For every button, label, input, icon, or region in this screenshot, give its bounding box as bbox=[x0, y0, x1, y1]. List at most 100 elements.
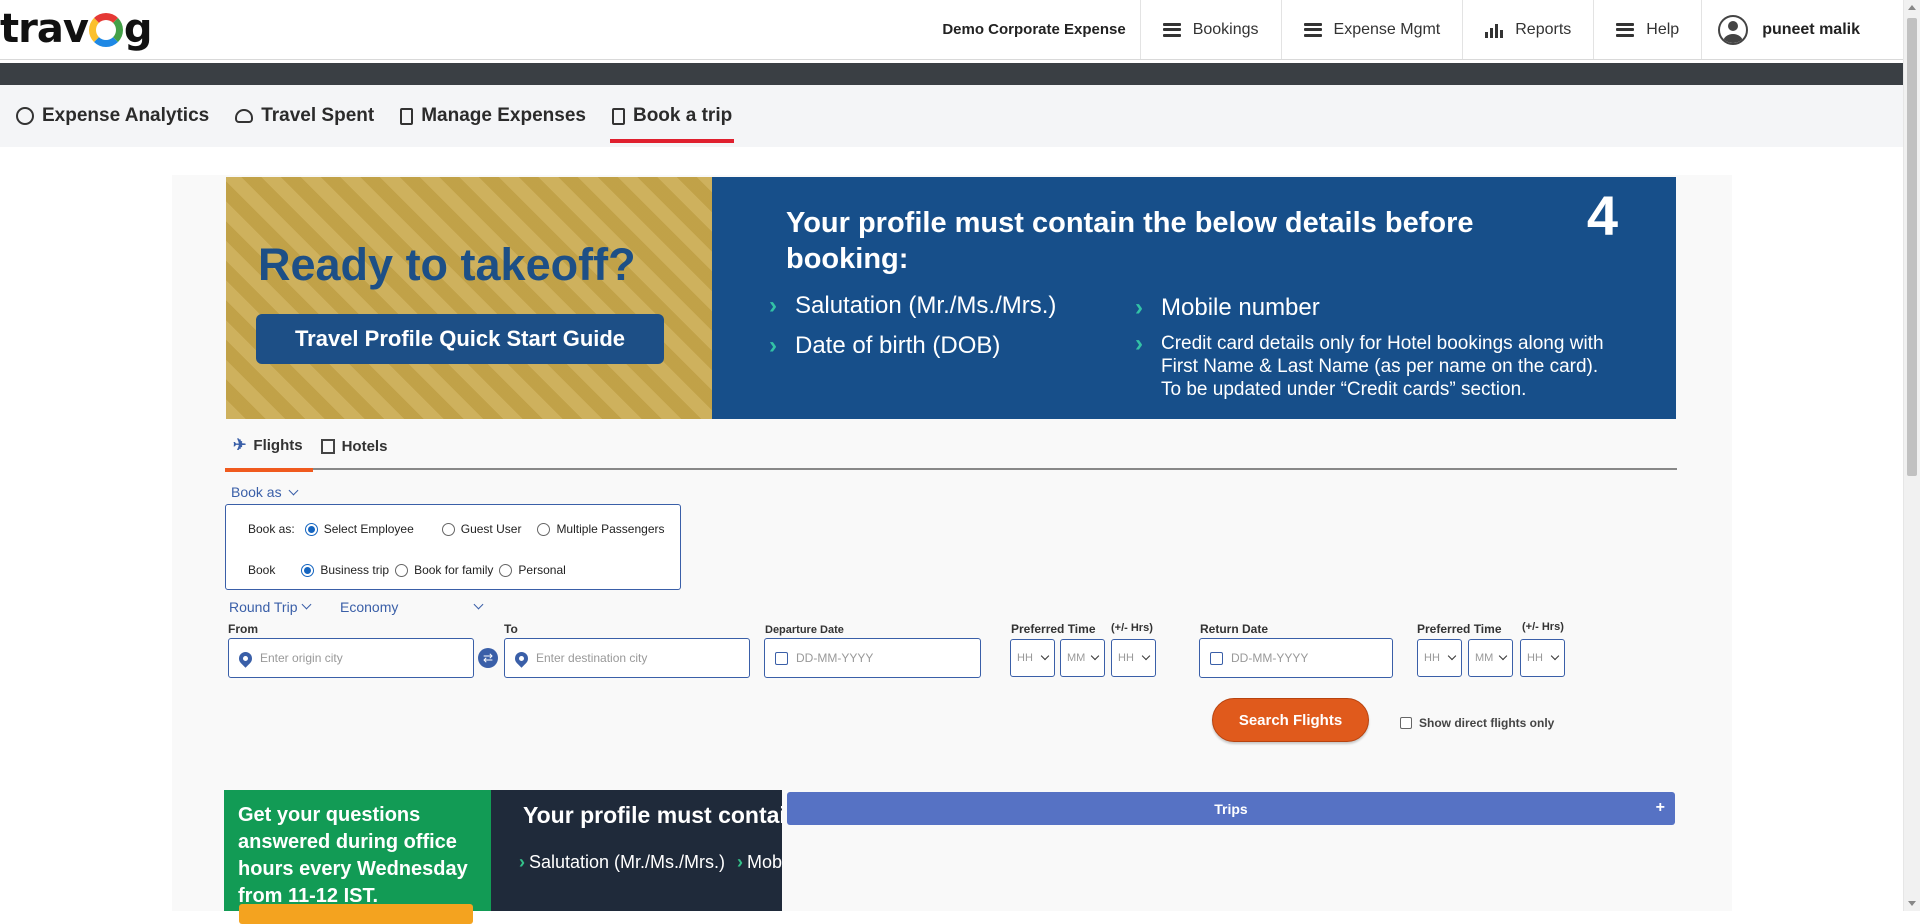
username: puneet malik bbox=[1762, 20, 1860, 38]
from-label: From bbox=[228, 622, 258, 636]
chevron-right-icon: › bbox=[737, 852, 743, 872]
banner-item-text: Credit card details only for Hotel booki… bbox=[1161, 333, 1604, 400]
scroll-up-icon[interactable] bbox=[1908, 5, 1916, 10]
radio-label: Book for family bbox=[414, 563, 494, 577]
radio-select-employee[interactable] bbox=[304, 522, 318, 536]
radio-personal[interactable] bbox=[499, 563, 513, 577]
profile-promo-item-text: Mobi bbox=[747, 852, 782, 872]
radio-book-for-family[interactable] bbox=[395, 563, 409, 577]
banner-left: Ready to takeoff? Travel Profile Quick S… bbox=[226, 177, 712, 419]
tab-hotels[interactable]: Hotels bbox=[313, 438, 398, 468]
return-minute-select[interactable]: MM bbox=[1468, 639, 1513, 677]
tab-expense-analytics[interactable]: Expense Analytics bbox=[14, 85, 211, 147]
chevron-right-icon: › bbox=[1135, 330, 1143, 357]
profile-banner[interactable]: Ready to takeoff? Travel Profile Quick S… bbox=[226, 177, 1676, 419]
chevron-down-icon bbox=[1141, 651, 1151, 661]
logo-ring-icon bbox=[88, 13, 123, 47]
cabin-class-value: Economy bbox=[340, 599, 399, 615]
book-as-toggle[interactable]: Book as bbox=[231, 484, 299, 500]
return-placeholder: DD-MM-YYYY bbox=[1231, 651, 1309, 665]
return-hour-select[interactable]: HH bbox=[1417, 639, 1462, 677]
trips-label: Trips bbox=[1214, 800, 1248, 817]
top-header: trav g Demo Corporate Expense Bookings Ex… bbox=[0, 0, 1903, 60]
select-value: HH bbox=[1017, 652, 1033, 664]
tab-flights[interactable]: ✈ Flights bbox=[225, 435, 313, 472]
book-type-row: Book Business trip Book for family Perso… bbox=[248, 563, 566, 577]
book-as-label: Book as: bbox=[248, 522, 295, 536]
nav-expense-mgmt[interactable]: Expense Mgmt bbox=[1280, 0, 1463, 59]
user-menu[interactable]: puneet malik bbox=[1701, 0, 1903, 59]
expand-plus-icon[interactable]: + bbox=[1656, 799, 1665, 817]
company-name[interactable]: Demo Corporate Expense bbox=[942, 21, 1139, 38]
logo-text-left: trav bbox=[0, 6, 89, 52]
calendar-icon bbox=[1210, 651, 1223, 665]
direct-flights-toggle[interactable]: Show direct flights only bbox=[1400, 716, 1554, 730]
chevron-down-icon bbox=[288, 485, 299, 496]
tab-manage-expenses[interactable]: Manage Expenses bbox=[398, 85, 588, 147]
banner-item-text: Mobile number bbox=[1161, 294, 1320, 321]
page-scrollbar[interactable] bbox=[1903, 0, 1920, 911]
departure-date-label: Departure Date bbox=[765, 624, 844, 636]
tab-travel-spent[interactable]: Travel Spent bbox=[233, 85, 376, 147]
scrollbar-thumb[interactable] bbox=[1907, 18, 1917, 476]
profile-promo-heading: Your profile must contain the b bbox=[523, 802, 782, 828]
trip-type-value: Round Trip bbox=[229, 599, 298, 615]
quick-start-guide-button[interactable]: Travel Profile Quick Start Guide bbox=[256, 314, 664, 364]
search-flights-button[interactable]: Search Flights bbox=[1212, 698, 1369, 742]
airplane-icon: ✈ bbox=[233, 437, 247, 454]
departure-date-input[interactable]: DD-MM-YYYY bbox=[764, 638, 981, 678]
book-as-box: Book as: Select Employee Guest User Mult… bbox=[225, 504, 681, 590]
radio-business-trip[interactable] bbox=[301, 563, 315, 577]
travog-logo[interactable]: trav g bbox=[0, 6, 153, 52]
banner-item-text: Salutation (Mr./Ms./Mrs.) bbox=[795, 292, 1057, 319]
chevron-right-icon: › bbox=[519, 852, 525, 872]
profile-promo[interactable]: Your profile must contain the b ›Salutat… bbox=[491, 790, 782, 911]
direct-flights-label: Show direct flights only bbox=[1419, 716, 1555, 730]
swap-cities-icon[interactable]: ⇄ bbox=[478, 648, 498, 668]
bar-chart-icon bbox=[1485, 22, 1504, 38]
chevron-down-icon bbox=[1040, 651, 1050, 661]
origin-city-input[interactable]: Enter origin city bbox=[228, 638, 474, 678]
banner-item: › Date of birth (DOB) bbox=[769, 332, 1000, 360]
chevron-down-icon bbox=[1090, 651, 1100, 661]
trips-accordion[interactable]: Trips + bbox=[787, 792, 1675, 825]
banner-number: 4 bbox=[1586, 184, 1618, 247]
nav-bookings[interactable]: Bookings bbox=[1139, 0, 1281, 59]
destination-placeholder: Enter destination city bbox=[536, 651, 648, 665]
departure-hour-select[interactable]: HH bbox=[1010, 639, 1055, 677]
cabin-class-select[interactable]: Economy bbox=[340, 599, 484, 615]
scroll-down-icon[interactable] bbox=[1908, 901, 1916, 906]
banner-right: 4 Your profile must contain the below de… bbox=[712, 177, 1676, 419]
return-tolerance-select[interactable]: HH bbox=[1520, 639, 1565, 677]
user-avatar-icon bbox=[1718, 14, 1749, 45]
select-value: MM bbox=[1475, 652, 1494, 664]
destination-city-input[interactable]: Enter destination city bbox=[504, 638, 750, 678]
tab-book-a-trip[interactable]: Book a trip bbox=[609, 85, 735, 147]
location-pin-icon bbox=[236, 648, 255, 668]
trip-type-select[interactable]: Round Trip bbox=[229, 599, 312, 615]
promo-button[interactable] bbox=[239, 904, 473, 924]
return-date-input[interactable]: DD-MM-YYYY bbox=[1199, 638, 1393, 678]
radio-label: Select Employee bbox=[323, 522, 414, 536]
nav-reports[interactable]: Reports bbox=[1462, 0, 1593, 59]
chevron-right-icon: › bbox=[769, 332, 777, 359]
nav-help[interactable]: Help bbox=[1593, 0, 1701, 59]
nav-bookings-label: Bookings bbox=[1192, 20, 1259, 38]
office-hours-promo[interactable]: Get your questions answered during offic… bbox=[224, 790, 491, 924]
banner-title: Ready to takeoff? bbox=[258, 239, 636, 290]
radio-guest-user[interactable] bbox=[441, 522, 455, 536]
direct-flights-checkbox[interactable] bbox=[1400, 717, 1412, 729]
chevron-right-icon: › bbox=[769, 292, 777, 319]
departure-tolerance-select[interactable]: HH bbox=[1111, 639, 1156, 677]
return-tolerance-label: (+/- Hrs) bbox=[1522, 621, 1564, 633]
tolerance-label: (+/- Hrs) bbox=[1111, 622, 1153, 634]
radio-multiple-passengers[interactable] bbox=[537, 522, 551, 536]
return-preferred-time-label: Preferred Time bbox=[1417, 622, 1502, 636]
analytics-icon bbox=[16, 107, 34, 125]
booking-type-tabs: ✈ Flights Hotels bbox=[225, 428, 1677, 472]
tab-label: Manage Expenses bbox=[421, 105, 586, 126]
departure-minute-select[interactable]: MM bbox=[1060, 639, 1105, 677]
book-label: Book bbox=[248, 563, 276, 577]
select-value: HH bbox=[1424, 652, 1440, 664]
nav-reports-label: Reports bbox=[1515, 20, 1572, 38]
